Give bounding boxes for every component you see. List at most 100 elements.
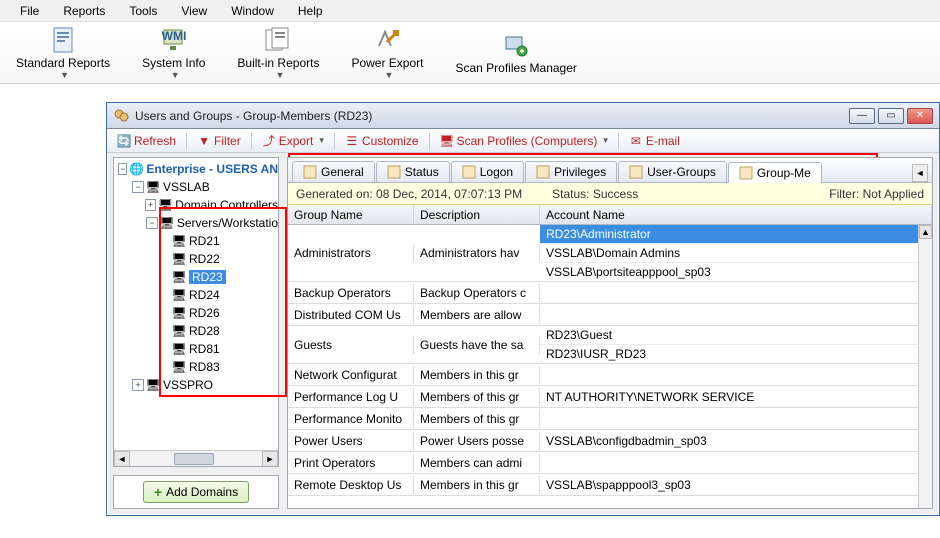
tab-general[interactable]: General — [292, 161, 375, 182]
standard-reports-label: Standard Reports — [16, 56, 110, 70]
tree-node-rd81[interactable]: 🖥RD81 — [114, 340, 278, 358]
account-cell[interactable]: VSSLAB\portsiteapppool_sp03 — [540, 263, 918, 281]
col-account-name[interactable]: Account Name — [540, 205, 932, 224]
users-groups-window: Users and Groups - Group-Members (RD23) … — [106, 102, 940, 516]
table-row[interactable]: Print OperatorsMembers can admi — [288, 452, 918, 474]
power-export-label: Power Export — [351, 56, 423, 70]
table-row[interactable]: Performance MonitoMembers of this gr — [288, 408, 918, 430]
menu-file[interactable]: File — [8, 1, 51, 21]
menu-help[interactable]: Help — [286, 1, 335, 21]
system-info-icon: WMI — [160, 26, 188, 54]
tree-node-label: RD81 — [189, 342, 220, 356]
info-bar: Generated on: 08 Dec, 2014, 07:07:13 PM … — [288, 183, 932, 205]
table-row[interactable]: AdministratorsAdministrators havRD23\Adm… — [288, 225, 918, 282]
menu-window[interactable]: Window — [219, 1, 286, 21]
description-cell: Members are allow — [414, 306, 540, 324]
tab-scroll-left[interactable]: ◄ — [912, 164, 928, 182]
grid-vscrollbar[interactable]: ▲ — [918, 225, 932, 508]
scroll-up-icon[interactable]: ▲ — [919, 225, 932, 239]
tree-servers-workstations[interactable]: −🖥Servers/Workstatio — [114, 214, 278, 232]
account-cell[interactable]: VSSLAB\configdbadmin_sp03 — [540, 432, 918, 450]
table-row[interactable]: Remote Desktop UsMembers in this grVSSLA… — [288, 474, 918, 496]
menu-tools[interactable]: Tools — [117, 1, 169, 21]
tree-node-rd21[interactable]: 🖥RD21 — [114, 232, 278, 250]
scan-profiles-manager-button[interactable]: Scan Profiles Manager — [439, 27, 592, 79]
col-description[interactable]: Description — [414, 205, 540, 224]
system-info-button[interactable]: WMI System Info▼ — [126, 22, 221, 84]
tree-vsspro[interactable]: +🖥VSSPRO — [114, 376, 278, 394]
account-cell[interactable]: RD23\Guest — [540, 326, 918, 345]
description-cell: Members can admi — [414, 454, 540, 472]
expand-icon[interactable]: + — [145, 199, 157, 211]
folder-icon: 🖥 — [160, 216, 174, 230]
minimize-button[interactable]: — — [849, 108, 875, 124]
table-row[interactable]: Power UsersPower Users posseVSSLAB\confi… — [288, 430, 918, 452]
tree-hscrollbar[interactable]: ◄ ► — [114, 450, 278, 466]
tab-privileges[interactable]: Privileges — [525, 161, 617, 182]
scroll-left-icon[interactable]: ◄ — [114, 451, 130, 467]
logon-icon — [462, 165, 476, 179]
menu-reports[interactable]: Reports — [51, 1, 117, 21]
tab-label: General — [321, 165, 364, 179]
refresh-button[interactable]: 🔄Refresh — [113, 132, 180, 150]
tree-node-rd28[interactable]: 🖥RD28 — [114, 322, 278, 340]
col-group-name[interactable]: Group Name — [288, 205, 414, 224]
power-export-button[interactable]: Power Export▼ — [335, 22, 439, 84]
maximize-button[interactable]: ▭ — [878, 108, 904, 124]
builtin-reports-label: Built-in Reports — [237, 56, 319, 70]
tree-node-label: RD26 — [189, 306, 220, 320]
menu-view[interactable]: View — [169, 1, 219, 21]
tab-group-members[interactable]: Group-Me — [728, 162, 822, 183]
group-name-cell: Performance Log U — [288, 388, 414, 406]
customize-button[interactable]: ☰Customize — [341, 132, 423, 150]
tree-domain-controllers[interactable]: +🖥Domain Controllers — [114, 196, 278, 214]
title-bar[interactable]: Users and Groups - Group-Members (RD23) … — [107, 103, 939, 129]
description-cell: Members in this gr — [414, 476, 540, 494]
account-cell[interactable]: VSSLAB\Domain Admins — [540, 244, 918, 263]
table-row[interactable]: Backup OperatorsBackup Operators c — [288, 282, 918, 304]
expand-icon[interactable]: + — [132, 379, 144, 391]
description-cell: Members of this gr — [414, 410, 540, 428]
scan-profiles-button[interactable]: 🖥Scan Profiles (Computers)▾ — [436, 132, 612, 150]
tree-node-rd24[interactable]: 🖥RD24 — [114, 286, 278, 304]
collapse-icon[interactable]: − — [132, 181, 144, 193]
builtin-reports-button[interactable]: Built-in Reports▼ — [221, 22, 335, 84]
account-cell[interactable]: VSSLAB\spapppool3_sp03 — [540, 476, 918, 494]
account-cell[interactable]: NT AUTHORITY\NETWORK SERVICE — [540, 388, 918, 406]
computer-icon: 🖥 — [172, 306, 186, 320]
window-toolbar: 🔄Refresh ▼Filter ⤴Export▾ ☰Customize 🖥Sc… — [107, 129, 939, 153]
add-domains-button[interactable]: +Add Domains — [143, 481, 249, 503]
table-row[interactable]: Distributed COM UsMembers are allow — [288, 304, 918, 326]
standard-reports-button[interactable]: Standard Reports▼ — [0, 22, 126, 84]
tab-status[interactable]: Status — [376, 161, 450, 182]
email-button[interactable]: ✉E-mail — [625, 132, 684, 150]
group-members-icon — [739, 166, 753, 180]
description-cell: Members of this gr — [414, 388, 540, 406]
filter-button[interactable]: ▼Filter — [193, 132, 245, 150]
tree-vsslab[interactable]: −🖥VSSLAB — [114, 178, 278, 196]
system-info-label: System Info — [142, 56, 205, 70]
tree-root[interactable]: −🌐Enterprise - USERS AN — [114, 160, 278, 178]
tab-user-groups[interactable]: User-Groups — [618, 161, 727, 182]
tree-node-rd83[interactable]: 🖥RD83 — [114, 358, 278, 376]
tree-node-rd26[interactable]: 🖥RD26 — [114, 304, 278, 322]
collapse-icon[interactable]: − — [146, 217, 158, 229]
tree-node-rd23[interactable]: 🖥RD23 — [114, 268, 278, 286]
table-row[interactable]: GuestsGuests have the saRD23\GuestRD23\I… — [288, 326, 918, 364]
table-row[interactable]: Performance Log UMembers of this grNT AU… — [288, 386, 918, 408]
tab-logon[interactable]: Logon — [451, 161, 524, 182]
tree-node-rd22[interactable]: 🖥RD22 — [114, 250, 278, 268]
account-cell[interactable]: RD23\Administrator — [540, 225, 918, 244]
account-cell[interactable]: RD23\IUSR_RD23 — [540, 345, 918, 363]
close-button[interactable]: ✕ — [907, 108, 933, 124]
scroll-right-icon[interactable]: ► — [262, 451, 278, 467]
description-cell: Administrators hav — [414, 244, 540, 262]
group-name-cell: Network Configurat — [288, 366, 414, 384]
scroll-thumb[interactable] — [174, 453, 214, 465]
collapse-icon[interactable]: − — [118, 163, 127, 175]
table-row[interactable]: Network ConfiguratMembers in this gr — [288, 364, 918, 386]
description-cell: Power Users posse — [414, 432, 540, 450]
add-domains-bar: +Add Domains — [113, 475, 279, 509]
export-button[interactable]: ⤴Export▾ — [258, 132, 328, 150]
group-name-cell: Distributed COM Us — [288, 306, 414, 324]
